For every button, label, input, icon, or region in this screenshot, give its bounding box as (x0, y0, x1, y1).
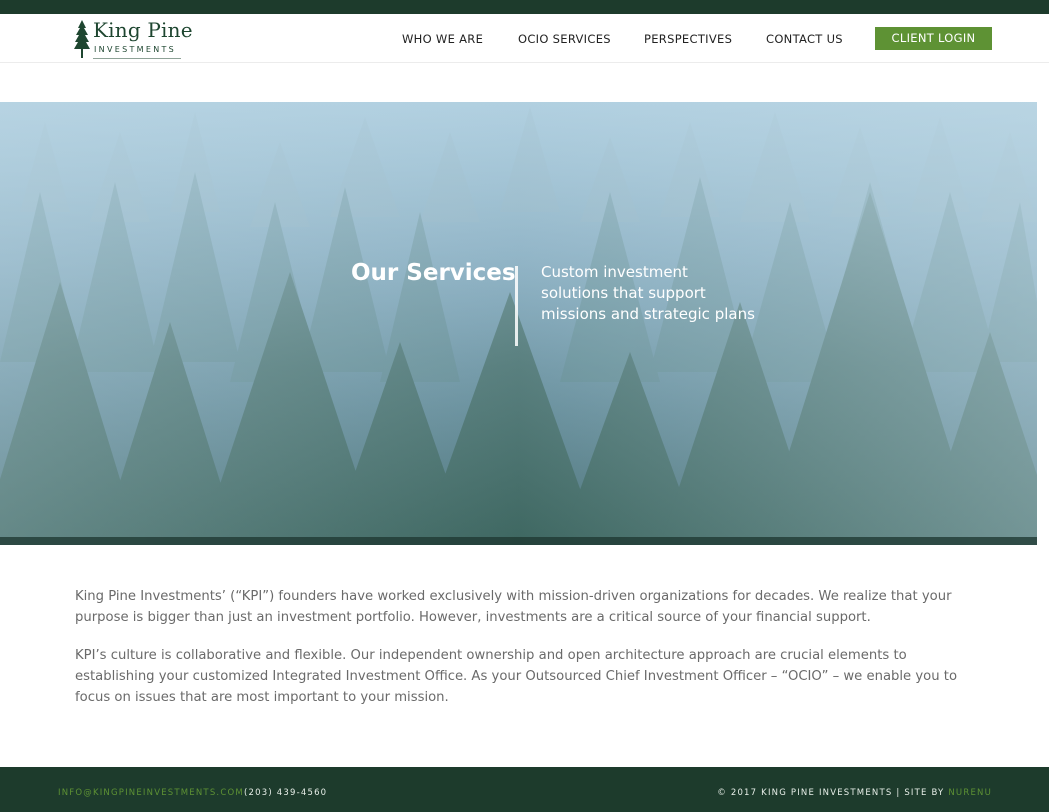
intro-paragraph-2: KPI’s culture is collaborative and flexi… (75, 648, 958, 705)
hero-title: Our Services (351, 260, 516, 286)
nav-item-who-we-are[interactable]: WHO WE ARE (402, 32, 483, 46)
nav-item-contact-us[interactable]: CONTACT US (766, 32, 843, 46)
site-credit-link[interactable]: NURENU (948, 788, 992, 798)
intro-paragraph-1: King Pine Investments’ (“KPI”) founders … (75, 589, 952, 625)
main-content: King Pine Investments’ (“KPI”) founders … (75, 586, 975, 725)
hero-banner: Our Services Custom investment solutions… (0, 102, 1037, 545)
nav-item-perspectives[interactable]: PERSPECTIVES (644, 32, 732, 46)
nav-item-ocio-services[interactable]: OCIO SERVICES (518, 32, 611, 46)
site-footer: INFO@KINGPINEINVESTMENTS.COM (203) 439-4… (0, 767, 1049, 812)
forest-background-image (0, 102, 1037, 545)
hero-subtitle: Custom investment solutions that support… (541, 263, 755, 323)
footer-email-link[interactable]: INFO@KINGPINEINVESTMENTS.COM (58, 788, 244, 798)
top-accent-bar (0, 0, 1049, 14)
logo-underline (93, 58, 181, 59)
hero-divider (515, 266, 518, 346)
client-login-button[interactable]: CLIENT LOGIN (875, 27, 992, 50)
site-header: King Pine INVESTMENTS WHO WE ARE OCIO SE… (0, 14, 1049, 63)
footer-phone: (203) 439-4560 (244, 788, 328, 798)
copyright-text: © 2017 KING PINE INVESTMENTS | SITE BY (717, 788, 945, 798)
logo-subtitle: INVESTMENTS (94, 45, 177, 54)
footer-copyright: © 2017 KING PINE INVESTMENTS | SITE BY N… (717, 788, 992, 798)
